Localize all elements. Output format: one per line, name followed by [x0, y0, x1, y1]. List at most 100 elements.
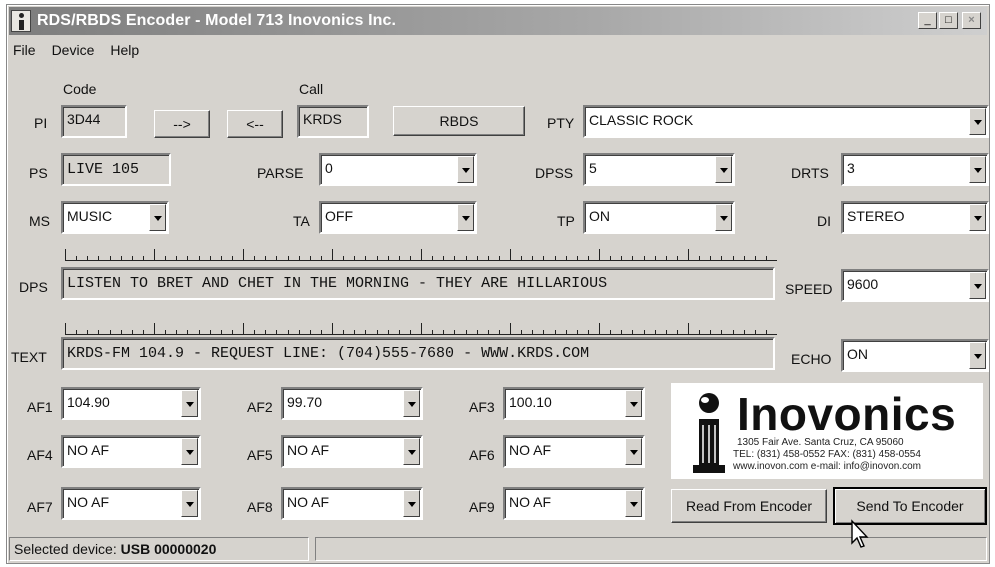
af8-select[interactable]: NO AF	[281, 487, 423, 520]
af6-select[interactable]: NO AF	[503, 435, 645, 468]
di-select[interactable]: STEREO	[841, 201, 989, 234]
ms-select[interactable]: MUSIC	[61, 201, 169, 234]
af8-label: AF8	[247, 499, 273, 515]
inovonics-i-logo-icon	[693, 393, 725, 473]
af9-value: NO AF	[509, 494, 552, 510]
menu-file[interactable]: File	[13, 42, 36, 58]
menu-device[interactable]: Device	[52, 42, 95, 58]
maximize-button[interactable]: □	[939, 12, 958, 29]
af4-value: NO AF	[67, 442, 110, 458]
dropdown-arrow-icon[interactable]	[181, 390, 198, 417]
ta-select[interactable]: OFF	[319, 201, 477, 234]
pty-value: CLASSIC ROCK	[589, 112, 694, 128]
dropdown-arrow-icon[interactable]	[403, 438, 420, 465]
ta-label: TA	[293, 213, 310, 229]
af7-label: AF7	[27, 499, 53, 515]
pi-arrow-left-button[interactable]: <--	[227, 110, 283, 138]
pty-label: PTY	[547, 115, 575, 131]
tp-value: ON	[589, 208, 610, 224]
dropdown-arrow-icon[interactable]	[969, 156, 986, 183]
ta-value: OFF	[325, 208, 353, 224]
af5-select[interactable]: NO AF	[281, 435, 423, 468]
title-bar[interactable]: RDS/RBDS Encoder - Model 713 Inovonics I…	[9, 7, 987, 35]
ps-field[interactable]: LIVE 105	[61, 153, 171, 186]
pi-code-field[interactable]: 3D44	[61, 105, 127, 138]
af1-select[interactable]: 104.90	[61, 387, 201, 420]
af8-value: NO AF	[287, 494, 330, 510]
af2-value: 99.70	[287, 394, 323, 410]
af6-value: NO AF	[509, 442, 552, 458]
parse-select[interactable]: 0	[319, 153, 477, 186]
di-value: STEREO	[847, 208, 905, 224]
close-button[interactable]: ×	[962, 12, 981, 29]
dropdown-arrow-icon[interactable]	[625, 438, 642, 465]
minimize-button[interactable]: _	[918, 12, 937, 29]
af7-select[interactable]: NO AF	[61, 487, 201, 520]
dropdown-arrow-icon[interactable]	[625, 490, 642, 517]
speed-label: SPEED	[785, 281, 833, 297]
status-prefix: Selected device:	[14, 541, 121, 557]
af7-value: NO AF	[67, 494, 110, 510]
app-icon[interactable]	[11, 10, 31, 32]
dropdown-arrow-icon[interactable]	[457, 204, 474, 231]
echo-value: ON	[847, 346, 868, 362]
dropdown-arrow-icon[interactable]	[457, 156, 474, 183]
code-label: Code	[63, 81, 97, 97]
dropdown-arrow-icon[interactable]	[403, 490, 420, 517]
af4-label: AF4	[27, 447, 53, 463]
af6-label: AF6	[469, 447, 495, 463]
speed-value: 9600	[847, 276, 879, 292]
dropdown-arrow-icon[interactable]	[969, 342, 986, 369]
af2-label: AF2	[247, 399, 273, 415]
rbds-button[interactable]: RBDS	[393, 106, 525, 136]
dpss-select[interactable]: 5	[583, 153, 735, 186]
pi-call-field[interactable]: KRDS	[297, 105, 369, 138]
status-bar: Selected device: USB 00000020	[9, 537, 987, 561]
dps-field[interactable]: LISTEN TO BRET AND CHET IN THE MORNING -…	[61, 267, 775, 300]
dpss-label: DPSS	[535, 165, 574, 181]
dropdown-arrow-icon[interactable]	[149, 204, 166, 231]
dropdown-arrow-icon[interactable]	[969, 272, 986, 299]
dropdown-arrow-icon[interactable]	[969, 204, 986, 231]
af9-label: AF9	[469, 499, 495, 515]
encoder-window: RDS/RBDS Encoder - Model 713 Inovonics I…	[6, 4, 990, 564]
menu-help[interactable]: Help	[110, 42, 139, 58]
dps-label: DPS	[19, 279, 48, 295]
dps-character-ruler	[65, 249, 777, 261]
dropdown-arrow-icon[interactable]	[715, 204, 732, 231]
text-character-ruler	[65, 323, 777, 335]
af9-select[interactable]: NO AF	[503, 487, 645, 520]
af4-select[interactable]: NO AF	[61, 435, 201, 468]
ms-value: MUSIC	[67, 208, 113, 224]
tp-select[interactable]: ON	[583, 201, 735, 234]
ps-label: PS	[29, 165, 48, 181]
tp-label: TP	[557, 213, 575, 229]
dropdown-arrow-icon[interactable]	[181, 490, 198, 517]
drts-select[interactable]: 3	[841, 153, 989, 186]
status-device: Selected device: USB 00000020	[9, 537, 309, 561]
af3-select[interactable]: 100.10	[503, 387, 645, 420]
di-label: DI	[817, 213, 831, 229]
logo-web: www.inovon.com e-mail: info@inovon.com	[733, 461, 922, 472]
logo-phone: TEL: (831) 458-0552 FAX: (831) 458-0554	[733, 449, 921, 460]
text-field[interactable]: KRDS-FM 104.9 - REQUEST LINE: (704)555-7…	[61, 337, 775, 370]
mouse-pointer-icon	[851, 519, 869, 548]
af2-select[interactable]: 99.70	[281, 387, 423, 420]
window-title: RDS/RBDS Encoder - Model 713 Inovonics I…	[37, 12, 397, 29]
call-label: Call	[299, 81, 324, 97]
dropdown-arrow-icon[interactable]	[181, 438, 198, 465]
read-from-encoder-button[interactable]: Read From Encoder	[671, 489, 827, 523]
window-controls: _ □ ×	[918, 12, 981, 29]
drts-value: 3	[847, 160, 855, 176]
speed-select[interactable]: 9600	[841, 269, 989, 302]
echo-select[interactable]: ON	[841, 339, 989, 372]
dropdown-arrow-icon[interactable]	[969, 108, 986, 135]
dropdown-arrow-icon[interactable]	[625, 390, 642, 417]
parse-label: PARSE	[257, 165, 304, 181]
pty-select[interactable]: CLASSIC ROCK	[583, 105, 989, 138]
logo-name: Inovonics	[737, 388, 957, 440]
dropdown-arrow-icon[interactable]	[715, 156, 732, 183]
pi-arrow-right-button[interactable]: -->	[154, 110, 210, 138]
dropdown-arrow-icon[interactable]	[403, 390, 420, 417]
inovonics-logo: Inovonics 1305 Fair Ave. Santa Cruz, CA …	[671, 383, 983, 479]
